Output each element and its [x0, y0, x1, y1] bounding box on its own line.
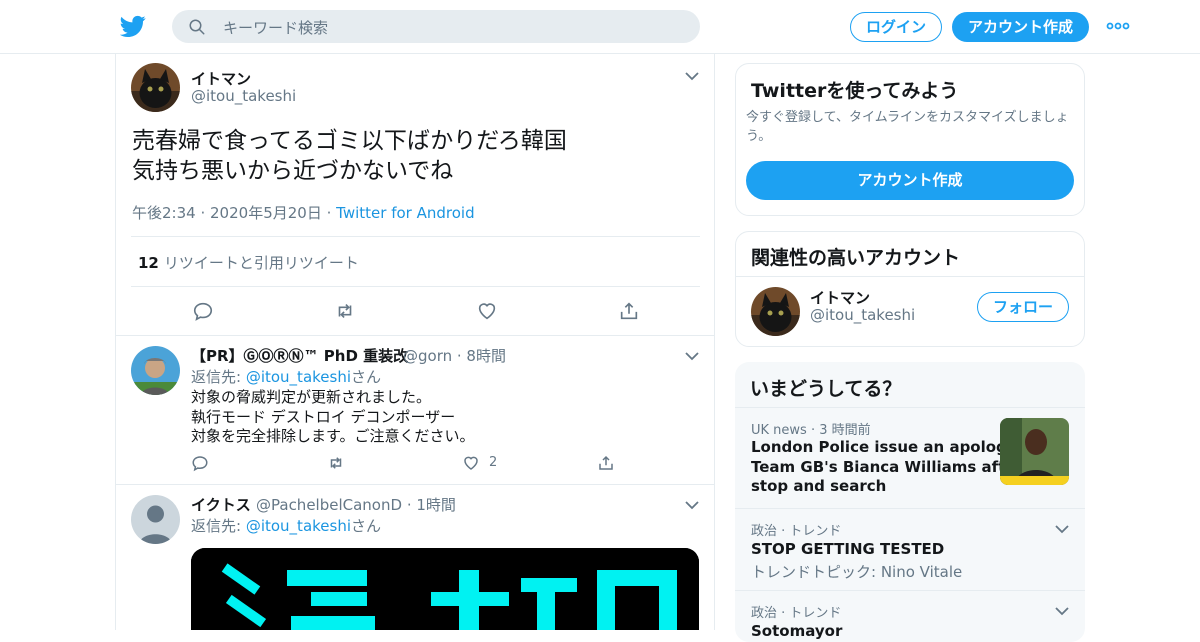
- trend-title: London Police issue an apology to Team G…: [751, 438, 1040, 495]
- twitter-bird-icon[interactable]: [120, 13, 146, 39]
- chevron-down-icon[interactable]: [685, 71, 699, 81]
- reply-text: 対象の脅威判定が更新されました。 執行モード デストロイ デコンポーザー 対象を…: [191, 388, 475, 445]
- like-icon[interactable]: [462, 454, 480, 472]
- signup-button[interactable]: アカウント作成: [952, 12, 1089, 42]
- reply-to-handle[interactable]: @itou_takeshi: [246, 368, 351, 386]
- reply-author-handle[interactable]: @PachelbelCanonD: [256, 496, 402, 514]
- trend-meta: UK news · 3 時間前: [751, 423, 871, 438]
- divider: [116, 335, 714, 336]
- retweet-stats[interactable]: 12 リツイートと引用リツイート: [138, 252, 359, 273]
- reply-to: 返信先: @itou_takeshiさん: [191, 517, 382, 535]
- reply-avatar[interactable]: [131, 346, 180, 395]
- chevron-down-icon[interactable]: [685, 351, 699, 361]
- related-account-name[interactable]: イトマン: [810, 287, 870, 308]
- trend-meta: 政治 · トレンド: [751, 524, 842, 539]
- tweet-text: 売春婦で食ってるゴミ以下ばかりだろ韓国 気持ち悪いから近づかないでね: [132, 128, 567, 184]
- search-icon: [189, 19, 205, 35]
- share-icon[interactable]: [618, 300, 640, 322]
- trend-title: Sotomayor: [751, 622, 843, 640]
- retweet-icon[interactable]: [334, 300, 356, 322]
- divider: [116, 484, 714, 485]
- reply-time[interactable]: 8時間: [466, 347, 506, 365]
- related-account-handle[interactable]: @itou_takeshi: [810, 306, 915, 324]
- trend-title: STOP GETTING TESTED: [751, 540, 945, 558]
- reply-author-name[interactable]: イクトス: [191, 494, 251, 515]
- search-input[interactable]: キーワード検索: [223, 17, 328, 38]
- reply-media-image[interactable]: [191, 548, 699, 630]
- trends-title: いまどうしてる？: [750, 378, 902, 400]
- trend-meta: 政治 · トレンド: [751, 606, 842, 621]
- reply-avatar[interactable]: [131, 495, 180, 544]
- trend-item[interactable]: 政治 · トレンド Sotomayor: [735, 590, 1085, 642]
- related-card-title: 関連性の高いアカウント: [751, 247, 961, 269]
- more-options-icon[interactable]: [1106, 21, 1130, 31]
- retweet-count: 12: [138, 254, 159, 272]
- timeline-column: イトマン @itou_takeshi 売春婦で食ってるゴミ以下ばかりだろ韓国 気…: [115, 54, 715, 630]
- trend-subtitle: トレンドトピック: Nino Vitale: [751, 563, 963, 581]
- signup-card-title: Twitterを使ってみよう: [751, 80, 959, 102]
- author-avatar[interactable]: [131, 63, 180, 112]
- chevron-down-icon[interactable]: [685, 500, 699, 510]
- tweet-time[interactable]: 午後2:34: [132, 204, 196, 222]
- author-name[interactable]: イトマン: [191, 68, 251, 89]
- reply-meta: @PachelbelCanonD · 1時間: [256, 496, 456, 514]
- search-box[interactable]: キーワード検索: [172, 10, 700, 43]
- trend-thumbnail[interactable]: [1000, 418, 1069, 485]
- like-icon[interactable]: [476, 300, 498, 322]
- related-accounts-card: 関連性の高いアカウント イトマン @itou_takeshi フォロー: [735, 231, 1085, 347]
- tweet-client[interactable]: Twitter for Android: [336, 204, 474, 222]
- trend-item[interactable]: UK news · 3 時間前 London Police issue an a…: [735, 407, 1085, 508]
- divider: [736, 276, 1084, 277]
- divider: [131, 286, 700, 287]
- chevron-down-icon[interactable]: [1055, 606, 1069, 616]
- retweet-label: リツイートと引用リツイート: [163, 254, 359, 272]
- tweet-metadata: 午後2:34 · 2020年5月20日 · Twitter for Androi…: [132, 204, 475, 222]
- retweet-icon[interactable]: [327, 454, 345, 472]
- login-button[interactable]: ログイン: [850, 12, 942, 42]
- chevron-down-icon[interactable]: [1055, 524, 1069, 534]
- top-navigation-bar: キーワード検索 ログイン アカウント作成: [0, 0, 1200, 54]
- reply-icon[interactable]: [192, 300, 214, 322]
- share-icon[interactable]: [597, 454, 615, 472]
- reply-meta: @gorn · 8時間: [403, 347, 506, 365]
- author-handle[interactable]: @itou_takeshi: [191, 87, 296, 105]
- signup-card-button[interactable]: アカウント作成: [746, 161, 1074, 200]
- tweet-date[interactable]: 2020年5月20日: [210, 204, 322, 222]
- signup-card-subtitle: 今すぐ登録して、タイムラインをカスタマイズしましょう。: [746, 110, 1069, 144]
- follow-button[interactable]: フォロー: [977, 292, 1069, 322]
- like-count: 2: [489, 455, 498, 470]
- reply-author-name[interactable]: 【PR】ⒼⓄⓇⓃ™ PhD 重装改: [191, 345, 408, 366]
- divider: [131, 236, 700, 237]
- reply-author-handle[interactable]: @gorn: [403, 347, 452, 365]
- reply-time[interactable]: 1時間: [416, 496, 456, 514]
- reply-to: 返信先: @itou_takeshiさん: [191, 368, 382, 386]
- reply-icon[interactable]: [191, 454, 209, 472]
- reply-to-handle[interactable]: @itou_takeshi: [246, 517, 351, 535]
- trends-panel: いまどうしてる？ UK news · 3 時間前 London Police i…: [735, 362, 1085, 642]
- signup-card: Twitterを使ってみよう 今すぐ登録して、タイムラインをカスタマイズしましょ…: [735, 63, 1085, 216]
- trend-item[interactable]: 政治 · トレンド STOP GETTING TESTED トレンドトピック: …: [735, 508, 1085, 590]
- related-account-avatar[interactable]: [751, 287, 800, 336]
